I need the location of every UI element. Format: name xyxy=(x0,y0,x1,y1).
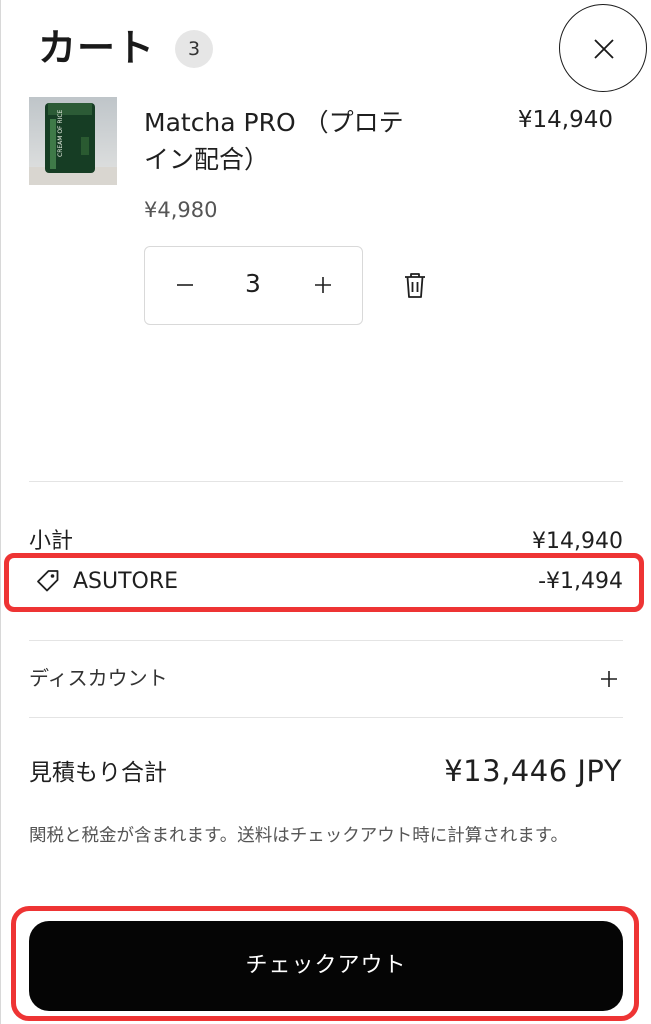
estimated-total-value: ¥13,446 JPY xyxy=(444,754,622,788)
line-total-price: ¥14,940 xyxy=(517,107,613,133)
product-image: CREAM OF RICE xyxy=(29,97,117,185)
quantity-input[interactable]: 3 xyxy=(225,263,281,305)
unit-price: ¥4,980 xyxy=(144,198,218,222)
divider xyxy=(29,717,623,718)
minus-icon xyxy=(177,284,193,286)
product-name[interactable]: Matcha PRO （プロテイン配合） xyxy=(144,104,424,178)
product-pack-label: CREAM OF RICE xyxy=(57,109,64,157)
decrease-quantity-button[interactable] xyxy=(165,264,205,306)
product-thumbnail[interactable]: CREAM OF RICE xyxy=(29,97,117,185)
estimated-total-label: 見積もり合計 xyxy=(29,760,167,786)
expand-discount-button[interactable] xyxy=(596,666,622,692)
divider xyxy=(29,481,623,482)
plus-icon xyxy=(315,277,331,293)
trash-icon xyxy=(405,273,425,298)
annotation-highlight-discount xyxy=(4,553,644,612)
close-button[interactable] xyxy=(559,4,647,92)
discount-toggle[interactable]: ディスカウント xyxy=(29,664,168,692)
panel-left-border xyxy=(0,0,1,1024)
close-icon xyxy=(594,39,614,59)
divider xyxy=(29,640,623,641)
cart-count-badge: 3 xyxy=(175,30,213,68)
annotation-highlight-checkout xyxy=(11,906,639,1021)
increase-quantity-button[interactable] xyxy=(303,264,343,306)
remove-item-button[interactable] xyxy=(401,269,429,301)
tax-shipping-note: 関税と税金が含まれます。送料はチェックアウト時に計算されます。 xyxy=(29,826,568,846)
quantity-stepper: 3 xyxy=(144,246,363,325)
plus-icon xyxy=(601,671,617,687)
cart-title: カート xyxy=(38,26,156,70)
